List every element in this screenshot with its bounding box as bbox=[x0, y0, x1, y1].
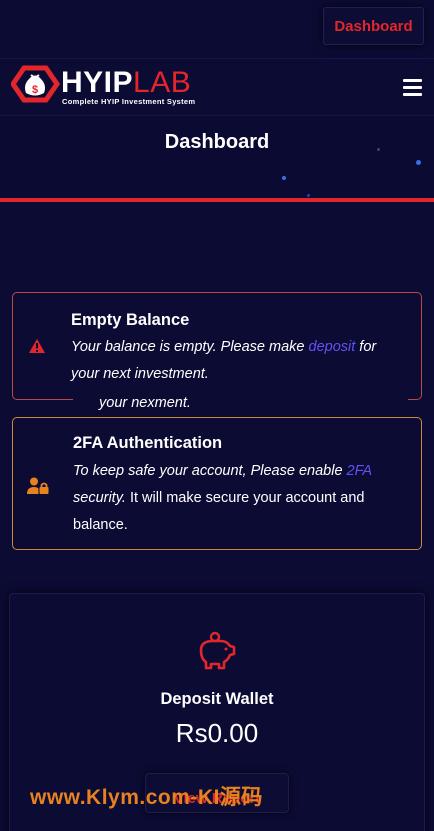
dashboard-button[interactable]: Dashboard bbox=[323, 7, 424, 45]
brand-secondary: LAB bbox=[133, 66, 192, 99]
decor-dot bbox=[416, 160, 421, 165]
deposit-link[interactable]: deposit bbox=[309, 339, 356, 355]
decor-dot bbox=[282, 176, 286, 180]
decor-dot bbox=[307, 194, 310, 197]
warning-icon bbox=[29, 339, 45, 353]
alert-text: To keep safe your account, Please enable bbox=[73, 463, 347, 479]
empty-balance-alert: Empty Balance Your balance is empty. Ple… bbox=[12, 292, 422, 400]
alert-text: security. bbox=[73, 490, 126, 506]
watermark: www.Klym.com-KI源码 bbox=[30, 786, 263, 809]
menu-icon[interactable] bbox=[403, 79, 423, 96]
alert-overflow-text: your nexment. bbox=[73, 390, 408, 416]
wallet-label: Deposit Wallet bbox=[160, 690, 274, 708]
brand-name: HYIPLAB bbox=[61, 66, 191, 100]
decor-dot bbox=[377, 148, 380, 151]
banner-divider bbox=[0, 198, 434, 202]
alert-text: Your balance is empty. Please make bbox=[71, 339, 309, 355]
user-lock-icon bbox=[27, 477, 49, 494]
brand-tagline: Complete HYIP Investment System bbox=[62, 97, 196, 106]
alert-title: 2FA Authentication bbox=[73, 434, 223, 452]
twofa-link[interactable]: 2FA bbox=[347, 463, 373, 479]
page-banner bbox=[0, 116, 434, 200]
svg-text:$: $ bbox=[32, 84, 38, 96]
top-bar: Dashboard bbox=[0, 0, 434, 58]
wallet-amount: Rs0.00 bbox=[175, 718, 259, 748]
alert-title: Empty Balance bbox=[71, 311, 190, 329]
piggy-bank-icon bbox=[199, 632, 236, 670]
page-title: Dashboard bbox=[164, 131, 270, 153]
alert-message: Your balance is empty. Please make depos… bbox=[71, 334, 401, 388]
alert-message: To keep safe your account, Please enable… bbox=[73, 458, 393, 539]
twofa-alert: 2FA Authentication To keep safe your acc… bbox=[12, 417, 422, 550]
brand-primary: HYIP bbox=[61, 66, 134, 99]
